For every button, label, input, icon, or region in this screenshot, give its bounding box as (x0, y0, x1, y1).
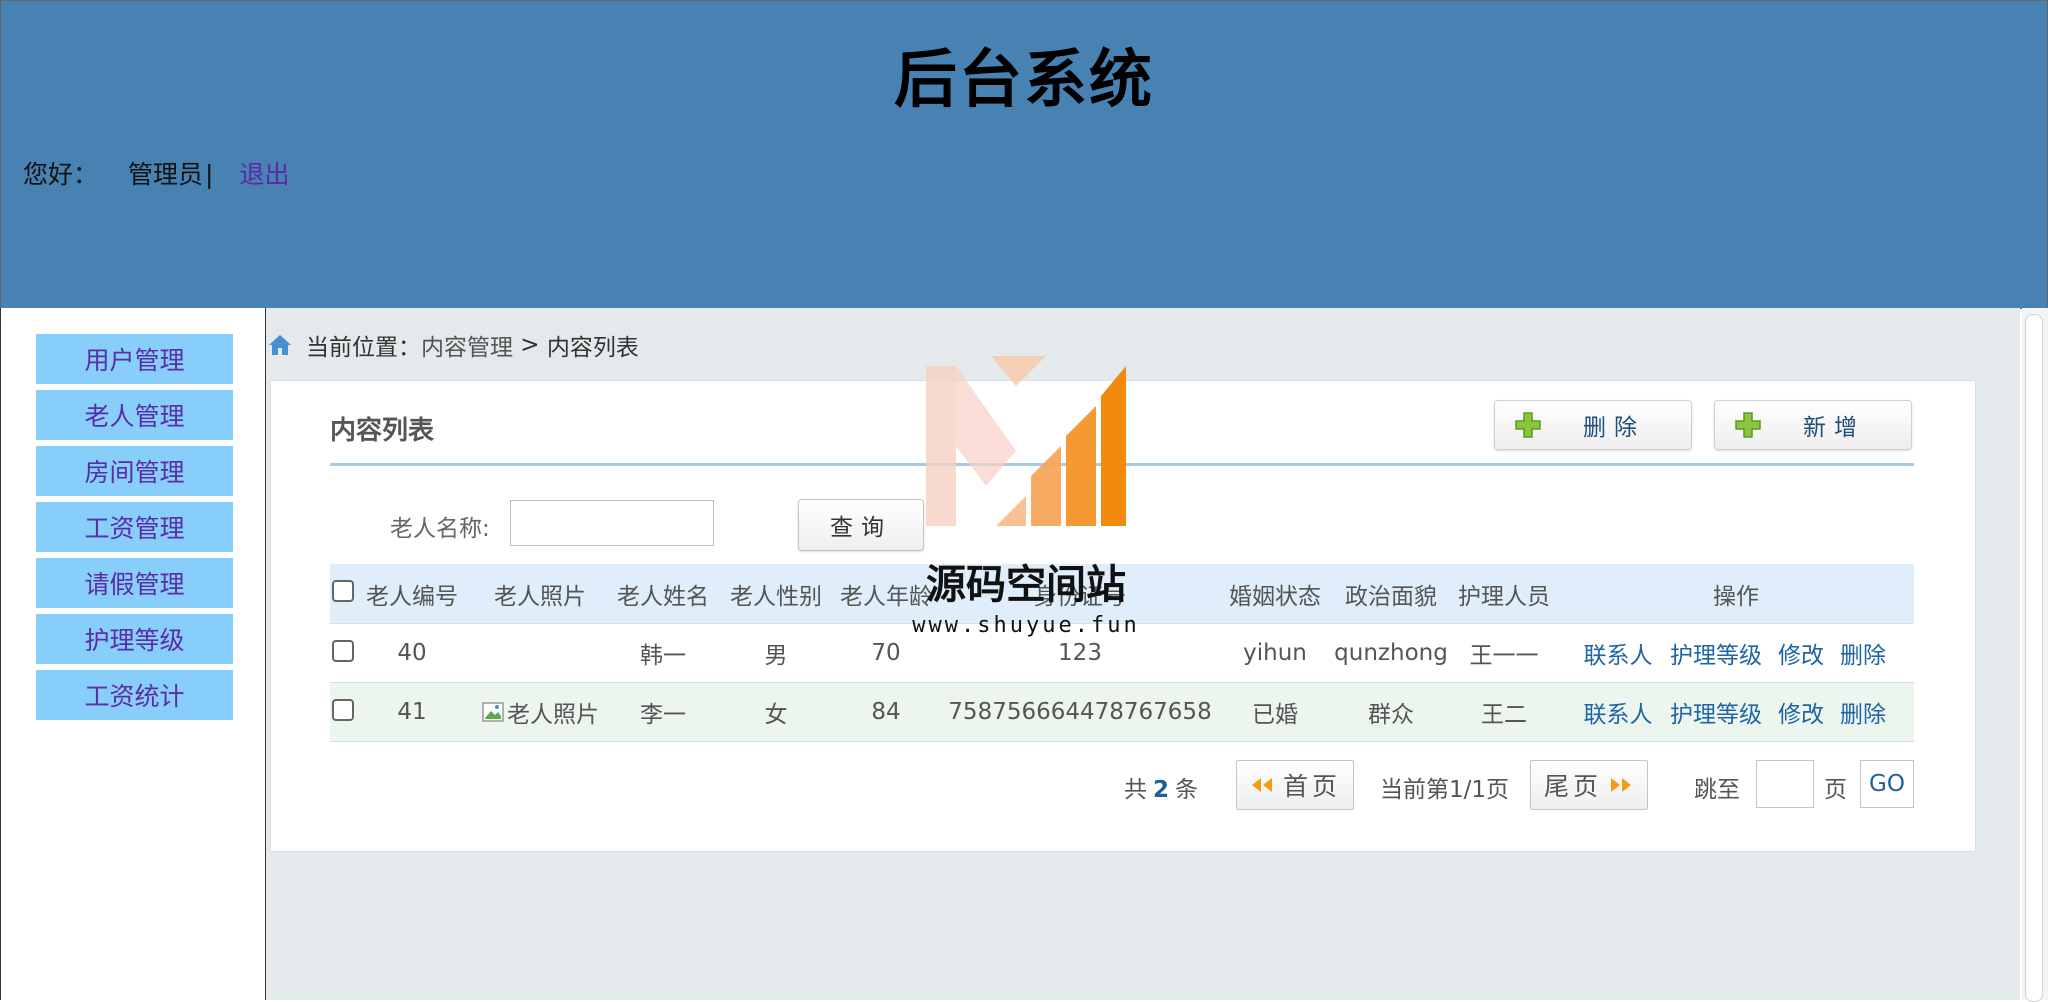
watermark: 源码空间站 www.shuyue.fun (896, 356, 1156, 646)
cell-id: 40 (397, 640, 427, 666)
sidebar-item-users[interactable]: 用户管理 (36, 334, 233, 384)
search-label: 老人名称: (390, 516, 490, 542)
sidebar: 用户管理 老人管理 房间管理 工资管理 请假管理 护理等级 工资统计 (0, 308, 266, 1000)
greeting-separator: | (205, 160, 214, 189)
site-title: 后台系统 (894, 43, 1154, 116)
cell-marital: yihun (1243, 640, 1307, 666)
cell-political: 群众 (1368, 702, 1414, 728)
breadcrumb-parent[interactable]: 内容管理 (421, 328, 513, 362)
edit-link[interactable]: 修改 (1776, 624, 1826, 682)
panel-title: 内容列表 (330, 416, 435, 446)
column-header: 政治面貌 (1345, 583, 1437, 610)
last-page-button[interactable]: 尾页 (1530, 760, 1648, 810)
delete-link[interactable]: 删除 (1838, 683, 1888, 741)
watermark-url: www.shuyue.fun (912, 613, 1140, 638)
cell-gender: 女 (764, 702, 788, 728)
cell-caregiver: 王一一 (1469, 643, 1539, 669)
cell-id: 41 (397, 699, 427, 725)
select-all-checkbox[interactable] (332, 580, 354, 602)
cell-age: 84 (871, 699, 901, 725)
first-page-button[interactable]: 首页 (1236, 760, 1354, 810)
user-greeting: 您好： 管理员| 退出 (23, 155, 289, 191)
watermark-logo (926, 356, 1126, 526)
breadcrumb-current: 内容列表 (546, 335, 639, 361)
sidebar-item-elderly[interactable]: 老人管理 (36, 390, 233, 440)
elder-name-search-input[interactable] (510, 500, 714, 546)
delete-link[interactable]: 删除 (1838, 624, 1888, 682)
total-count: 共2条 (1124, 770, 1198, 804)
last-page-label: 尾页 (1543, 772, 1602, 801)
row-checkbox[interactable] (332, 699, 354, 721)
care-level-link[interactable]: 护理等级 (1668, 683, 1764, 741)
delete-button[interactable]: 删除 (1494, 400, 1692, 450)
add-button-label: 新增 (1803, 415, 1865, 441)
total-suffix: 条 (1175, 777, 1199, 803)
username: 管理员 (128, 160, 204, 189)
elder-photo: 老人照片 (481, 695, 599, 729)
sidebar-item-care-level[interactable]: 护理等级 (36, 614, 233, 664)
breadcrumb-prefix: 当前位置： (306, 335, 421, 361)
contacts-link[interactable]: 联系人 (1580, 683, 1656, 741)
cell-marital: 已婚 (1252, 702, 1298, 728)
column-header: 护理人员 (1458, 583, 1550, 610)
double-right-arrow-icon (1611, 778, 1631, 792)
watermark-text: 源码空间站 (926, 562, 1126, 608)
column-header: 老人姓名 (617, 583, 709, 610)
home-icon (269, 335, 291, 355)
contacts-link[interactable]: 联系人 (1580, 624, 1656, 682)
jump-label: 跳至 (1694, 777, 1740, 803)
broken-image-icon (482, 702, 504, 722)
cell-name: 李一 (640, 702, 686, 728)
sidebar-item-salary[interactable]: 工资管理 (36, 502, 233, 552)
row-checkbox[interactable] (332, 640, 354, 662)
cell-name: 韩一 (640, 643, 686, 669)
column-header: 婚姻状态 (1229, 583, 1321, 610)
add-button[interactable]: 新增 (1714, 400, 1912, 450)
column-header: 操作 (1713, 583, 1759, 610)
plus-icon (1515, 412, 1541, 438)
logout-link[interactable]: 退出 (239, 155, 289, 191)
cell-gender: 男 (764, 643, 788, 669)
sidebar-item-leave[interactable]: 请假管理 (36, 558, 233, 608)
breadcrumb: 当前位置： 内容管理 > 内容列表 (268, 328, 639, 362)
go-button[interactable]: GO (1860, 760, 1914, 808)
cell-photo (480, 624, 600, 682)
column-header: 老人性别 (730, 583, 822, 610)
page-unit-label: 页 (1824, 777, 1847, 803)
jump-page-input[interactable] (1756, 760, 1814, 808)
care-level-link[interactable]: 护理等级 (1668, 624, 1764, 682)
sidebar-item-salary-stats[interactable]: 工资统计 (36, 670, 233, 720)
table-row: 41 老人照片 李一 女 84 758756664478767658 已婚 群众… (330, 683, 1914, 742)
delete-button-label: 删除 (1583, 415, 1645, 441)
plus-icon (1735, 412, 1761, 438)
column-header: 老人编号 (366, 583, 458, 610)
cell-caregiver: 王二 (1481, 702, 1527, 728)
sidebar-item-rooms[interactable]: 房间管理 (36, 446, 233, 496)
breadcrumb-separator: > (513, 332, 547, 358)
total-prefix: 共 (1124, 777, 1147, 803)
cell-idcard: 758756664478767658 (948, 699, 1212, 725)
current-page-indicator: 当前第1/1页 (1380, 777, 1510, 803)
photo-alt-text: 老人照片 (507, 702, 599, 728)
column-header: 老人照片 (494, 583, 586, 610)
double-left-arrow-icon (1251, 778, 1272, 792)
cell-political: qunzhong (1334, 640, 1448, 666)
scrollbar-thumb[interactable] (2025, 314, 2043, 1002)
first-page-label: 首页 (1282, 772, 1341, 801)
header-banner: 后台系统 您好： 管理员| 退出 (0, 0, 2048, 309)
greeting-text: 您好： (23, 160, 99, 189)
total-number: 2 (1153, 777, 1170, 803)
edit-link[interactable]: 修改 (1776, 683, 1826, 741)
cell-photo: 老人照片 (480, 683, 600, 741)
